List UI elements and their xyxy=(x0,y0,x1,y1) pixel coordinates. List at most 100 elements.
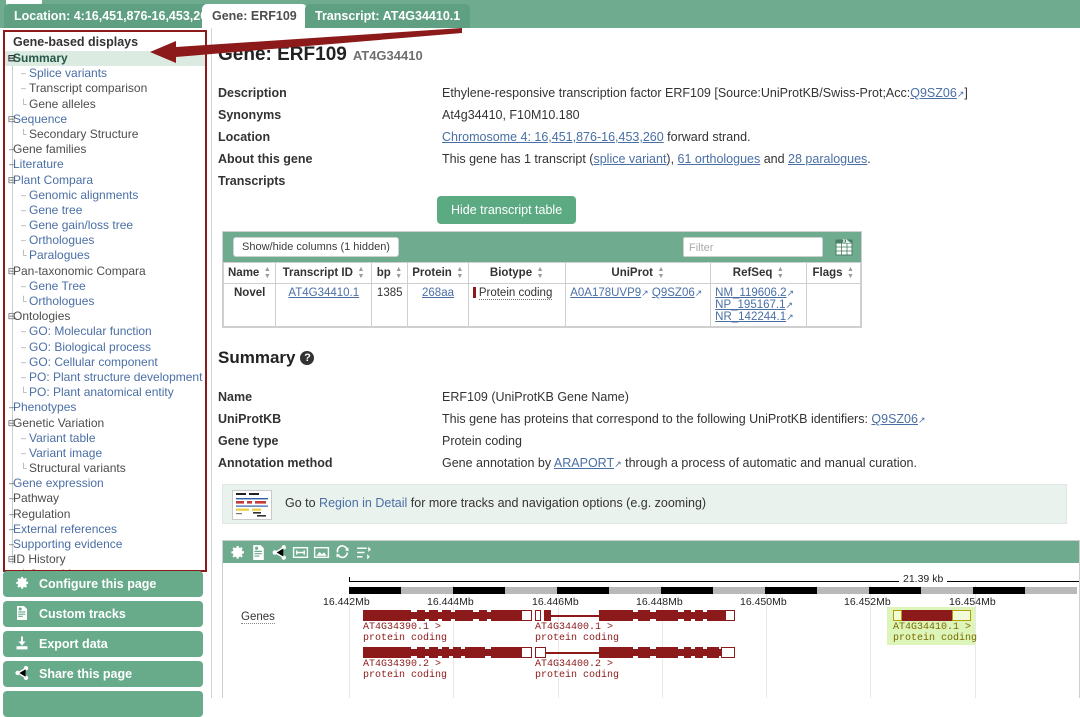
araport-link[interactable]: ARAPORT xyxy=(554,456,614,470)
sidebar-item-regulation[interactable]: – Regulation xyxy=(5,507,205,522)
summary-uniprot-link[interactable]: Q9SZ06 xyxy=(871,412,918,426)
custom-tracks-button[interactable]: Custom tracks xyxy=(3,601,203,627)
column-header-protein[interactable]: Protein ▲ ▼ xyxy=(407,262,469,284)
track-label-genes[interactable]: Genes xyxy=(241,611,275,624)
sidebar-item-splice-variants[interactable]: – Splice variants xyxy=(5,66,205,81)
share-icon[interactable] xyxy=(271,544,288,561)
filter-input[interactable]: Filter xyxy=(683,237,823,257)
sidebar-item-gene-families[interactable]: – Gene families xyxy=(5,142,205,157)
sidebar-item-orthologues[interactable]: └ Orthologues xyxy=(5,294,205,309)
location-link[interactable]: Chromosome 4: 16,451,876-16,453,260 xyxy=(442,130,664,144)
column-header-bp[interactable]: bp ▲ ▼ xyxy=(371,262,409,284)
configure-page-button[interactable]: Configure this page xyxy=(3,571,203,597)
splice-variant-link[interactable]: splice variant xyxy=(593,152,666,166)
sort-arrows-icon[interactable]: ▲ ▼ xyxy=(263,266,271,280)
uniprot-link[interactable]: Q9SZ06 xyxy=(652,287,695,299)
sidebar-item-structural-variants[interactable]: └ Structural variants xyxy=(5,461,205,476)
sidebar-item-genetic-variation[interactable]: ⊟ Genetic Variation xyxy=(5,416,205,431)
column-header-name[interactable]: Name ▲ ▼ xyxy=(222,262,277,284)
sidebar-item-gene-tree[interactable]: – Gene Tree xyxy=(5,279,205,294)
sidebar-item-po-plant-structure-development[interactable]: – PO: Plant structure development xyxy=(5,370,205,385)
protein-length-link[interactable]: 268aa xyxy=(422,287,454,299)
sidebar-item-summary[interactable]: ⊟ Summary xyxy=(5,51,205,67)
table-row[interactable]: Novel AT4G34410.1 1385 268aa Protein coding A… xyxy=(222,283,861,327)
paralogues-link[interactable]: 28 paralogues xyxy=(788,152,867,166)
sidebar-item-sequence[interactable]: ⊟ Sequence xyxy=(5,112,205,127)
sort-arrows-icon[interactable]: ▲ ▼ xyxy=(536,266,544,280)
sidebar-item-transcript-comparison[interactable]: – Transcript comparison xyxy=(5,81,205,96)
gene-model-AT4G34400-1[interactable] xyxy=(535,610,735,621)
tracks-icon[interactable] xyxy=(250,544,267,561)
sort-arrows-icon[interactable]: ▲ ▼ xyxy=(847,266,855,280)
sidebar-item-plant-compara[interactable]: ⊟ Plant Compara xyxy=(5,173,205,188)
column-header-transcript-id[interactable]: Transcript ID ▲ ▼ xyxy=(275,262,373,284)
tab-gene[interactable]: Gene: ERF109 xyxy=(202,4,307,28)
gene-model-AT4G34400-2[interactable] xyxy=(535,647,735,658)
refseq-link[interactable]: NP_195167.1 xyxy=(715,299,785,311)
sort-arrows-icon[interactable]: ▲ ▼ xyxy=(395,266,403,280)
sidebar-item-go-cellular-component[interactable]: – GO: Cellular component xyxy=(5,355,205,370)
sidebar-item-secondary-structure[interactable]: └ Secondary Structure xyxy=(5,127,205,142)
gene-model-AT4G34390-2[interactable] xyxy=(363,647,533,658)
sidebar-item-go-molecular-function[interactable]: – GO: Molecular function xyxy=(5,324,205,339)
sidebar-item-gene-expression[interactable]: – Gene expression xyxy=(5,476,205,491)
sort-arrows-icon[interactable]: ▲ ▼ xyxy=(456,266,464,280)
sidebar-item-id-history[interactable]: ⊟ ID History xyxy=(5,552,205,567)
collapse-toggle-icon[interactable]: ⊟ xyxy=(7,555,16,564)
sidebar-item-paralogues[interactable]: └ Paralogues xyxy=(5,248,205,263)
sidebar-extra-button[interactable] xyxy=(3,691,203,717)
column-header-refseq[interactable]: RefSeq ▲ ▼ xyxy=(710,262,807,284)
sidebar-item-gene-gain-loss-tree[interactable]: – Gene gain/loss tree xyxy=(5,218,205,233)
orthologues-link[interactable]: 61 orthologues xyxy=(678,152,761,166)
hide-transcript-table-button[interactable]: Hide transcript table xyxy=(437,196,577,224)
image-icon[interactable] xyxy=(313,544,330,561)
collapse-toggle-icon[interactable]: ⊟ xyxy=(7,312,16,321)
excel-export-icon[interactable]: X xyxy=(833,236,855,258)
collapse-toggle-icon[interactable]: ⊟ xyxy=(7,175,16,185)
sort-arrows-icon[interactable]: ▲ ▼ xyxy=(776,266,784,280)
uniprot-acc-link[interactable]: Q9SZ06 xyxy=(910,86,957,100)
sidebar-item-supporting-evidence[interactable]: – Supporting evidence xyxy=(5,537,205,552)
sort-arrows-icon[interactable]: ▲ ▼ xyxy=(657,266,665,280)
order-icon[interactable] xyxy=(355,544,372,561)
tab-location[interactable]: Location: 4:16,451,876-16,453,260 xyxy=(4,4,225,28)
gene-model-AT4G34410-1[interactable] xyxy=(893,610,971,621)
sidebar-item-pathway[interactable]: – Pathway xyxy=(5,491,205,506)
sidebar-item-orthologues[interactable]: – Orthologues xyxy=(5,233,205,248)
sidebar-item-variant-image[interactable]: – Variant image xyxy=(5,446,205,461)
reload-icon[interactable] xyxy=(334,544,351,561)
collapse-toggle-icon[interactable]: ⊟ xyxy=(7,418,16,428)
sidebar-item-gene-tree[interactable]: – Gene tree xyxy=(5,203,205,218)
resize-icon[interactable] xyxy=(292,544,309,561)
genome-browser-canvas[interactable]: 21.39 kb 16.442Mb 16.444Mb 16.446Mb 16.448M… xyxy=(223,563,1079,698)
refseq-link[interactable]: NR_142244.1 xyxy=(715,311,786,323)
share-page-button[interactable]: Share this page xyxy=(3,661,203,687)
sidebar-item-gene-alleles[interactable]: └ Gene alleles xyxy=(5,97,205,112)
refseq-link[interactable]: NM_119606.2 xyxy=(715,287,786,299)
sidebar-item-phenotypes[interactable]: – Phenotypes xyxy=(5,400,205,415)
export-data-button[interactable]: Export data xyxy=(3,631,203,657)
sidebar-item-variant-table[interactable]: – Variant table xyxy=(5,431,205,446)
collapse-toggle-icon[interactable]: ⊟ xyxy=(7,54,16,63)
collapse-toggle-icon[interactable]: ⊟ xyxy=(7,114,16,124)
column-header-uniprot[interactable]: UniProt ▲ ▼ xyxy=(565,262,712,284)
sort-arrows-icon[interactable]: ▲ ▼ xyxy=(357,266,365,280)
show-hide-columns-button[interactable]: Show/hide columns (1 hidden) xyxy=(233,237,399,257)
sidebar-item-external-references[interactable]: – External references xyxy=(5,522,205,537)
help-icon[interactable]: ? xyxy=(300,351,315,365)
region-in-detail-link[interactable]: Region in Detail xyxy=(319,496,407,510)
sidebar-item-ontologies[interactable]: ⊟ Ontologies xyxy=(5,309,205,324)
sidebar-item-pan-taxonomic-compara[interactable]: ⊟ Pan-taxonomic Compara xyxy=(5,264,205,279)
gear-icon[interactable] xyxy=(229,544,246,561)
sidebar-item-genomic-alignments[interactable]: – Genomic alignments xyxy=(5,188,205,203)
uniprot-link[interactable]: A0A178UVP9 xyxy=(570,287,641,299)
column-header-biotype[interactable]: Biotype ▲ ▼ xyxy=(467,262,567,284)
column-header-flags[interactable]: Flags ▲ ▼ xyxy=(806,262,861,284)
gene-model-AT4G34390-1[interactable] xyxy=(363,610,533,621)
collapse-toggle-icon[interactable]: ⊟ xyxy=(7,266,16,276)
tab-transcript[interactable]: Transcript: AT4G34410.1 xyxy=(305,4,471,28)
sidebar-item-literature[interactable]: – Literature xyxy=(5,157,205,172)
transcript-id-link[interactable]: AT4G34410.1 xyxy=(288,287,359,299)
sidebar-item-go-biological-process[interactable]: – GO: Biological process xyxy=(5,340,205,355)
sidebar-item-po-plant-anatomical-entity[interactable]: └ PO: Plant anatomical entity xyxy=(5,385,205,400)
